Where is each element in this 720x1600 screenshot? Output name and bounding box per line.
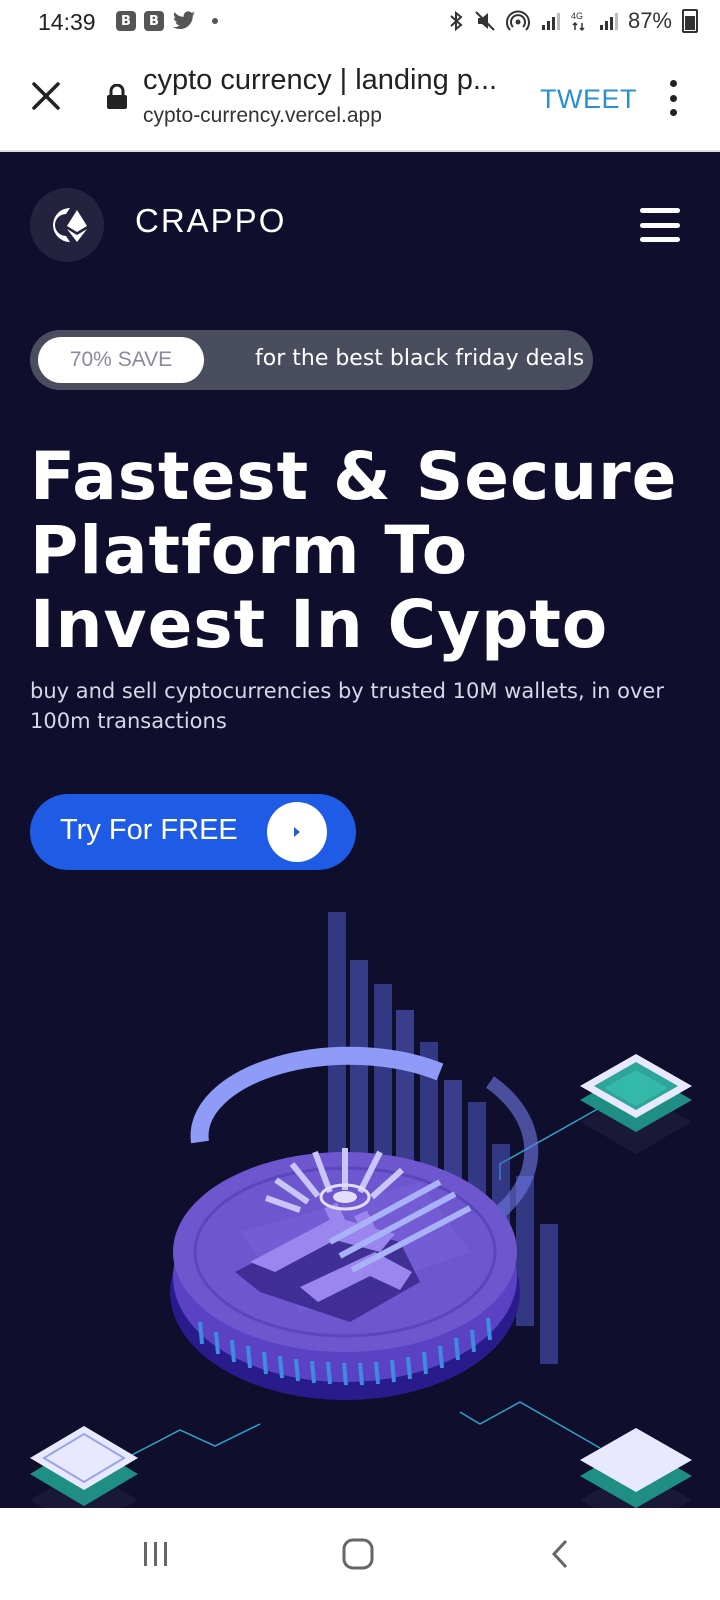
home-icon[interactable]: [328, 1534, 388, 1574]
brand-name: CRAPPO: [135, 202, 287, 239]
page-title: cypto currency | landing p...: [143, 64, 498, 96]
more-options-icon[interactable]: [668, 80, 678, 116]
system-navigation-bar: [0, 1508, 720, 1600]
page-url[interactable]: cypto-currency.vercel.app: [143, 104, 382, 128]
svg-text:4G: 4G: [571, 11, 583, 21]
browser-toolbar: cypto currency | landing p... cypto-curr…: [0, 46, 720, 152]
app-notification-icon: B: [144, 11, 164, 31]
close-icon[interactable]: [28, 78, 64, 114]
status-bar: 14:39 B B 4G 87%: [0, 0, 720, 46]
promo-banner: 70% SAVE for the best black friday deals: [30, 330, 593, 390]
status-time: 14:39: [38, 9, 96, 35]
more-notifications-dot: [212, 18, 218, 24]
twitter-icon: [173, 11, 195, 30]
recent-apps-icon[interactable]: [126, 1534, 186, 1574]
arrow-right-icon: [267, 802, 327, 862]
hero-subtext: buy and sell cyptocurrencies by trusted …: [30, 679, 664, 733]
lock-icon: [107, 84, 127, 109]
app-notification-icon: B: [116, 11, 136, 31]
system-icons: 4G 87%: [448, 8, 698, 34]
signal-icon: [541, 13, 560, 30]
battery-percent: 87%: [627, 8, 672, 33]
signal-icon: [599, 13, 618, 30]
promo-text: for the best black friday deals: [255, 346, 585, 371]
mute-icon: [475, 11, 495, 31]
try-for-free-button[interactable]: Try For FREE: [30, 794, 356, 870]
bitcoin-illustration: [30, 912, 692, 1508]
tweet-button[interactable]: TWEET: [540, 84, 637, 115]
notification-icons: B B: [116, 11, 218, 31]
promo-badge: 70% SAVE: [38, 337, 204, 383]
back-icon[interactable]: [530, 1534, 590, 1574]
cta-label: Try For FREE: [60, 814, 238, 846]
logo[interactable]: [30, 188, 104, 262]
battery-icon: [682, 9, 698, 33]
landing-page: CRAPPO 70% SAVE for the best black frida…: [0, 152, 720, 1508]
hotspot-icon: [505, 10, 530, 31]
menu-icon[interactable]: [640, 208, 680, 242]
logo-icon: [52, 208, 87, 242]
hero-headline: Fastest & Secure Platform To Invest In C…: [30, 438, 678, 663]
4g-icon: 4G: [571, 11, 585, 32]
bluetooth-icon: [450, 10, 463, 32]
